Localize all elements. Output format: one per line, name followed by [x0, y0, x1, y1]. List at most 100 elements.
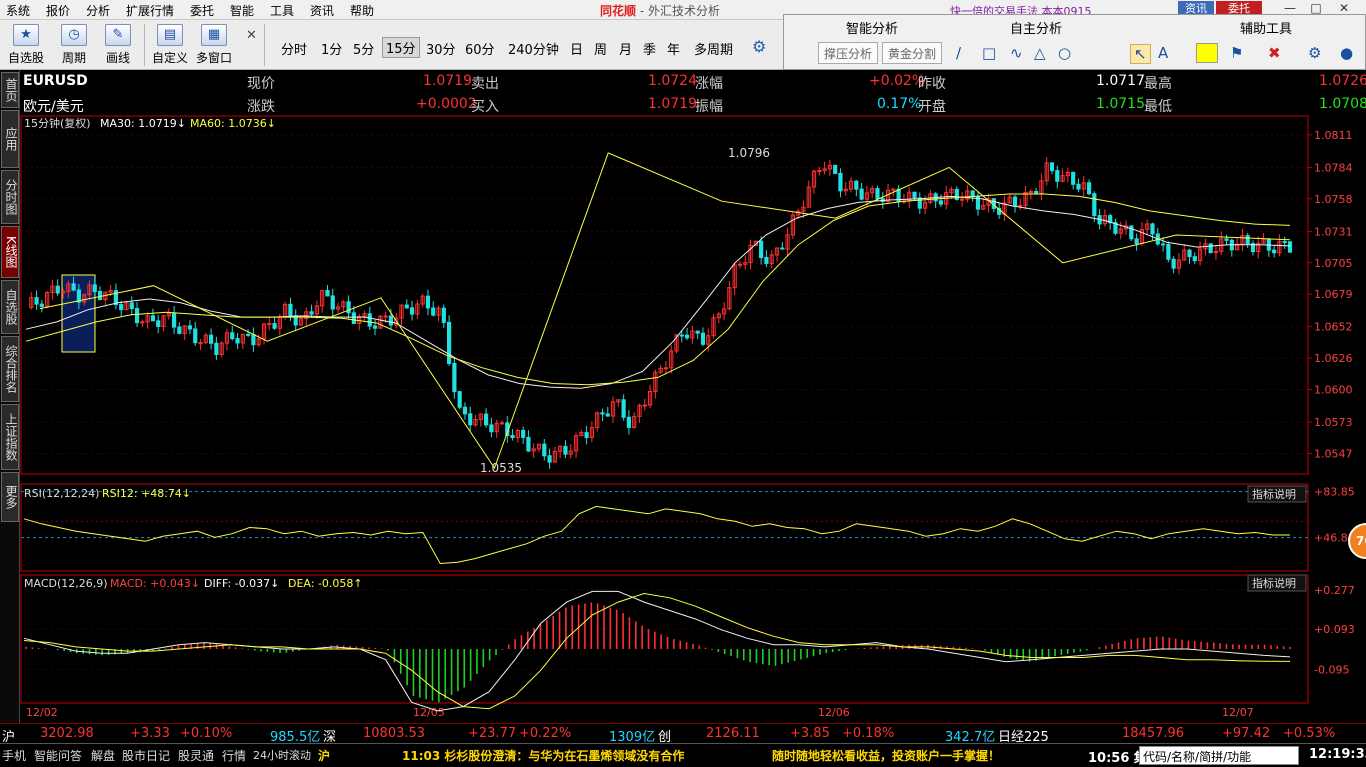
ad-ticker[interactable]: 随时随地轻松看收益，投资账户一手掌握！ [772, 747, 1000, 764]
candle-body [209, 334, 214, 344]
y-tick-label: 1.0705 [1314, 257, 1353, 270]
rsi-tick-label: +83.85 [1314, 486, 1355, 499]
sh-pct: +0.10% [180, 726, 233, 741]
task-quotes[interactable]: 行情 [222, 747, 246, 764]
chart-panes: 1.0811 1.0784 1.0758 1.0731 1.0705 1.0679 1.06… [20, 115, 1355, 704]
diff-legend: DIFF: -0.037↓ [204, 577, 279, 590]
candle-body [621, 399, 626, 418]
candle-body [330, 295, 335, 310]
y-tick-label: 1.0679 [1314, 288, 1353, 301]
candle-body [663, 367, 669, 370]
candle-body [134, 308, 140, 324]
candle-body [547, 455, 552, 463]
news-ticker[interactable]: 11:03 杉杉股份澄清：与华为在石墨烯领域没有合作 [402, 747, 684, 764]
candle-body [441, 307, 446, 323]
candle-body [737, 263, 743, 266]
task-stock-link[interactable]: 股灵通 [178, 747, 214, 764]
task-qa[interactable]: 智能问答 [34, 747, 82, 764]
trough-label: 1.0535 [480, 461, 522, 475]
candle-body [1208, 243, 1213, 254]
task-commentary[interactable]: 解盘 [91, 747, 115, 764]
candle-body [1129, 225, 1134, 240]
indicator-help-label: 指标说明 [1252, 487, 1296, 501]
cy-pct: +0.18% [842, 726, 895, 741]
macd-tick-label: +0.277 [1314, 584, 1355, 597]
candle-body [468, 413, 473, 426]
candle-body [833, 164, 838, 174]
pane-frame [20, 483, 1309, 572]
candle-body [193, 328, 198, 344]
task-diary[interactable]: 股市日记 [122, 747, 170, 764]
candle-body [1086, 182, 1092, 195]
candle-body [1287, 241, 1293, 253]
y-tick-label: 1.0758 [1314, 193, 1353, 206]
candle-body [372, 325, 378, 329]
ma30-line [25, 195, 1291, 389]
candle-body [1076, 183, 1081, 190]
bottom-taskbar: 手机 智能问答 解盘 股市日记 股灵通 行情 24小时滚动 沪 11:03 杉杉… [0, 743, 1366, 767]
clock: 12:19:33 [1309, 747, 1366, 762]
candle-body [891, 188, 896, 191]
chart-marks: 1.07961.053512/02 12/05 12/06 12/0715分钟(复权)… [23, 116, 1307, 719]
cy-index: 2126.11 [706, 726, 760, 741]
candle-body [150, 315, 156, 322]
candle-body [388, 315, 394, 326]
candle-body [764, 256, 769, 264]
candle-body [383, 315, 388, 318]
candle-body [346, 301, 351, 314]
candle-body [626, 416, 632, 428]
candle-body [1018, 204, 1023, 207]
dea-line [23, 592, 1291, 710]
candle-body [938, 200, 944, 205]
candle-body [246, 333, 251, 336]
candle-body [267, 323, 272, 326]
candle-body [34, 297, 39, 305]
main-legend-label: 15分钟(复权) [24, 116, 91, 130]
macd-tick-label: +0.093 [1314, 623, 1355, 636]
candle-body [700, 332, 706, 345]
candle-body [446, 321, 452, 364]
candle-body [912, 191, 917, 199]
candle-body [129, 302, 134, 310]
y-tick-label: 1.0547 [1314, 447, 1353, 460]
macd-tick-label: -0.095 [1314, 663, 1349, 676]
search-input[interactable]: 代码/名称/简拼/功能 [1139, 746, 1299, 765]
dea-legend: DEA: -0.058↑ [288, 577, 363, 590]
nk-change: +97.42 [1222, 726, 1271, 741]
candle-body [1282, 241, 1287, 244]
sz-index: 10803.53 [363, 726, 426, 741]
task-mobile[interactable]: 手机 [2, 747, 26, 764]
nk-pct: +0.53% [1283, 726, 1336, 741]
sh-change: +3.33 [130, 726, 170, 741]
candle-body [272, 323, 277, 329]
candle-body [1049, 162, 1055, 172]
sh-index: 3202.98 [40, 726, 94, 741]
candle-body [156, 320, 161, 327]
candle-body [1224, 238, 1229, 241]
candle-body [1071, 171, 1076, 185]
candle-body [970, 190, 975, 198]
candle-body [817, 170, 822, 173]
candle-body [854, 180, 859, 190]
candle-body [1055, 170, 1060, 182]
candle-body [404, 304, 409, 309]
candle-body [309, 311, 314, 315]
candle-body [1034, 190, 1039, 194]
chart-area[interactable]: 1.0811 1.0784 1.0758 1.0731 1.0705 1.0679 1.06… [0, 0, 1366, 767]
candle-body [542, 443, 547, 457]
y-tick-label: 1.0811 [1314, 129, 1353, 142]
task-sh[interactable]: 沪 [318, 747, 330, 764]
rsi-legend-label: RSI(12,12,24) [24, 487, 99, 500]
candle-body [235, 338, 240, 344]
candle-body [1160, 243, 1166, 246]
candle-body [1187, 249, 1192, 258]
task-24h[interactable]: 24小时滚动 [253, 747, 311, 763]
candle-body [92, 284, 97, 292]
diff-line [23, 590, 1291, 712]
candle-body [171, 312, 177, 328]
ma60-legend: MA60: 1.0736↓ [190, 117, 276, 130]
candle-body [214, 342, 219, 355]
y-tick-label: 1.0731 [1314, 225, 1353, 238]
candle-body [600, 412, 605, 415]
candle-body [55, 285, 60, 294]
